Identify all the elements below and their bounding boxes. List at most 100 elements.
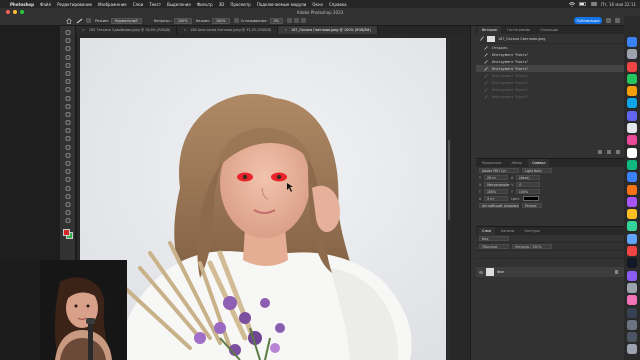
canvas-vertical-scrollbar[interactable]: [447, 40, 451, 360]
tab-actions[interactable]: Операции: [536, 26, 562, 34]
history-item[interactable]: Инструмент "Кисть": [476, 86, 624, 93]
vertical-scale-input[interactable]: 100%: [483, 189, 508, 194]
doc-tab-185[interactable]: × 185 Татьяна Сдвийкова.jpeg @ 16,6% (RGB…: [76, 26, 178, 34]
scrollbar-thumb[interactable]: [448, 140, 450, 220]
text-color-swatch[interactable]: [523, 196, 540, 201]
rectangle-tool-icon[interactable]: [64, 186, 71, 191]
edit-toolbar-icon[interactable]: [64, 218, 71, 223]
pen-tool-icon[interactable]: [64, 161, 71, 166]
tracking-input[interactable]: 0: [516, 182, 541, 187]
tab-paragraph[interactable]: Абзац: [507, 159, 526, 167]
dock-app-icon[interactable]: [627, 282, 637, 293]
frame-tool-icon[interactable]: [64, 79, 71, 84]
dock-app-icon[interactable]: [627, 110, 637, 121]
dock-app-icon[interactable]: [627, 98, 637, 109]
color-swatches[interactable]: [62, 228, 73, 239]
dock-app-icon[interactable]: [627, 172, 637, 183]
language-select[interactable]: Английский: Америка: [479, 203, 519, 208]
layer-opacity-input[interactable]: Непрозр.: 100%: [512, 244, 552, 249]
publish-button[interactable]: Публикация: [574, 17, 602, 24]
history-snapshot[interactable]: 187_Оксана Светлова.jpeg: [476, 34, 624, 44]
dock-app-icon[interactable]: [627, 184, 637, 195]
tab-character[interactable]: Символ: [528, 159, 550, 167]
mode-select[interactable]: Нормальный: [110, 17, 142, 24]
lasso-tool-icon[interactable]: [64, 55, 71, 60]
dock-app-icon[interactable]: [627, 123, 637, 134]
menu-image[interactable]: Изображение: [98, 2, 127, 7]
history-item[interactable]: Открыть: [476, 44, 624, 51]
pressure-size-icon[interactable]: [293, 18, 299, 23]
dock-app-icon[interactable]: [627, 135, 637, 146]
control-center-icon[interactable]: [591, 2, 598, 6]
flow-input[interactable]: 100%: [211, 17, 230, 24]
symmetry-icon[interactable]: [300, 18, 306, 23]
path-select-tool-icon[interactable]: [64, 177, 71, 182]
history-item[interactable]: Инструмент "Кисть": [476, 65, 624, 72]
tab-adjustments[interactable]: Коррекция: [478, 159, 505, 167]
dock-app-icon[interactable]: [627, 270, 637, 281]
blur-tool-icon[interactable]: [64, 145, 71, 150]
battery-icon[interactable]: [579, 2, 587, 6]
menu-app-name[interactable]: Photoshop: [10, 2, 34, 7]
baseline-input[interactable]: 0 пт: [484, 196, 509, 201]
document-canvas[interactable]: [80, 38, 446, 360]
dock-app-icon[interactable]: [627, 49, 637, 60]
dock-app-icon[interactable]: [627, 258, 637, 269]
close-window-button[interactable]: [6, 10, 10, 14]
artboard-tool-icon[interactable]: [64, 38, 71, 43]
blend-mode-select[interactable]: Обычные: [479, 244, 509, 249]
dock-app-icon[interactable]: [627, 319, 637, 330]
close-tab-icon[interactable]: ×: [183, 28, 186, 32]
dock-app-icon[interactable]: [627, 246, 637, 257]
camera-icon[interactable]: [607, 150, 611, 154]
font-size-input[interactable]: 26 пт: [483, 175, 508, 180]
zoom-window-button[interactable]: [20, 10, 24, 14]
minimize-window-button[interactable]: [13, 10, 17, 14]
dock-app-icon[interactable]: [627, 332, 637, 343]
dock-app-icon[interactable]: [627, 295, 637, 306]
trash-icon[interactable]: [616, 150, 620, 154]
brush-tool-icon[interactable]: [64, 104, 71, 109]
dock-app-icon[interactable]: [627, 73, 637, 84]
home-icon[interactable]: [66, 18, 72, 24]
horizontal-scale-input[interactable]: 100%: [515, 189, 540, 194]
dock-app-icon[interactable]: [627, 209, 637, 220]
brush-angle-icon[interactable]: [286, 18, 292, 23]
type-tool-icon[interactable]: [64, 169, 71, 174]
history-brush-tool-icon[interactable]: [64, 120, 71, 125]
crop-tool-icon[interactable]: [64, 71, 71, 76]
dock-app-icon[interactable]: [627, 37, 637, 47]
tab-history[interactable]: История: [478, 26, 501, 34]
menu-select[interactable]: Выделение: [167, 2, 191, 7]
menu-window[interactable]: Окно: [312, 2, 323, 7]
layer-row-background[interactable]: Фон: [476, 267, 624, 277]
font-style-select[interactable]: Light Italic: [522, 168, 552, 173]
opacity-input[interactable]: 100%: [173, 17, 192, 24]
history-item[interactable]: Инструмент "Кисть": [476, 93, 624, 100]
kerning-select[interactable]: Метрические: [484, 182, 509, 187]
foreground-color-swatch[interactable]: [62, 228, 70, 236]
menu-type[interactable]: Текст: [149, 2, 161, 7]
menu-filter[interactable]: Фильтр: [197, 2, 213, 7]
layer-filter-select[interactable]: Вид: [479, 236, 509, 241]
dock-app-icon[interactable]: [627, 196, 637, 207]
history-item[interactable]: Инструмент "Кисть": [476, 72, 624, 79]
dock-app-icon[interactable]: [627, 344, 637, 355]
more-tools-icon[interactable]: [64, 210, 71, 215]
dodge-tool-icon[interactable]: [64, 153, 71, 158]
zoom-tool-icon[interactable]: [64, 202, 71, 207]
clone-stamp-tool-icon[interactable]: [64, 112, 71, 117]
marquee-tool-icon[interactable]: [64, 46, 71, 51]
leading-input[interactable]: (Авто): [516, 175, 541, 180]
dock-app-icon[interactable]: [627, 159, 637, 170]
history-item[interactable]: Инструмент "Кисть": [476, 51, 624, 58]
dock-app-icon[interactable]: [627, 233, 637, 244]
menu-file[interactable]: Файл: [40, 2, 51, 7]
new-document-from-state-icon[interactable]: [598, 150, 602, 154]
tab-paths[interactable]: Контуры: [520, 227, 544, 235]
antialias-select[interactable]: Резкое: [522, 203, 542, 208]
close-tab-icon[interactable]: ×: [82, 28, 85, 32]
menu-edit[interactable]: Редактирование: [57, 2, 92, 7]
eyedropper-tool-icon[interactable]: [64, 87, 71, 92]
lock-icon[interactable]: [615, 270, 618, 274]
